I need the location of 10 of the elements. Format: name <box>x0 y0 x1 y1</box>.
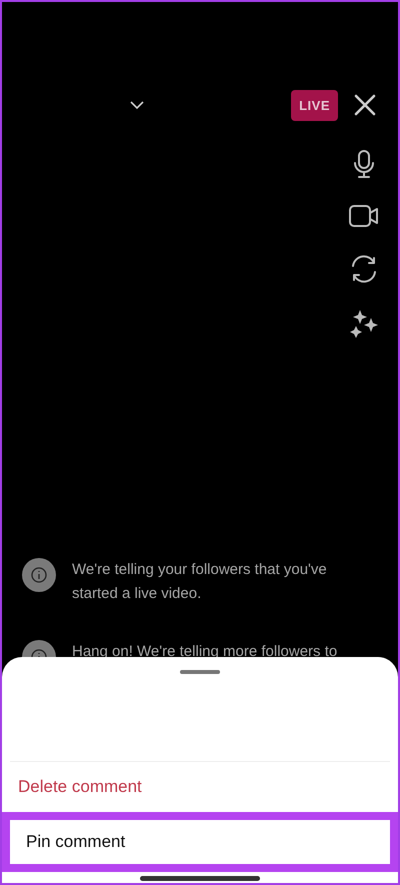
sparkle-icon[interactable] <box>350 310 378 338</box>
info-icon <box>22 558 56 592</box>
close-icon[interactable] <box>354 94 376 116</box>
live-badge: LIVE <box>291 90 338 120</box>
flip-camera-icon[interactable] <box>350 254 378 284</box>
microphone-icon[interactable] <box>353 150 375 178</box>
status-message: We're telling your followers that you've started a live video. <box>72 560 328 604</box>
chevron-down-icon[interactable] <box>130 100 144 110</box>
drag-handle[interactable] <box>180 670 220 674</box>
video-camera-icon[interactable] <box>349 204 379 228</box>
